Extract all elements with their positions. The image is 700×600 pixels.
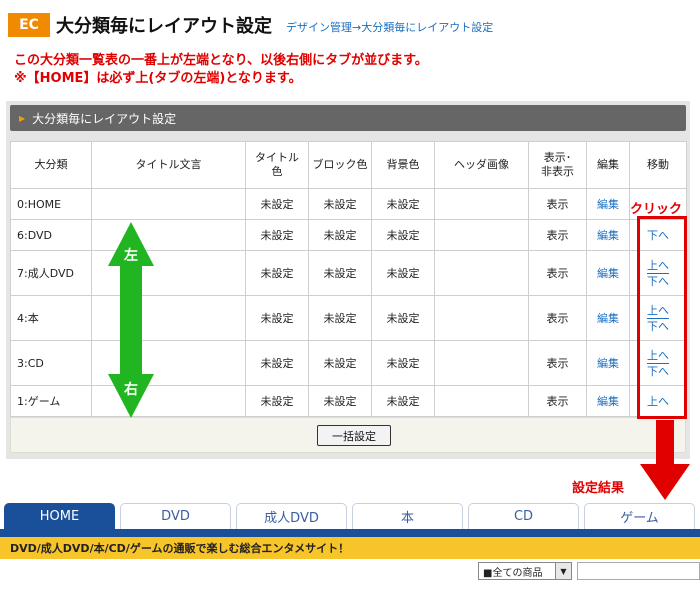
col-category: 大分類: [10, 141, 92, 189]
arrow-label-left: 左: [123, 247, 138, 264]
cell-block-color: 未設定: [308, 188, 372, 220]
cell-header-image: [434, 188, 529, 220]
triangle-right-icon: ▶: [19, 113, 26, 123]
category-tabs: HOME DVD 成人DVD 本 CD ゲーム: [4, 503, 700, 529]
edit-link[interactable]: 編集: [586, 295, 630, 341]
breadcrumb[interactable]: デザイン管理→大分類毎にレイアウト設定: [286, 19, 493, 35]
cell-display: 表示: [528, 219, 587, 251]
cell-bg-color: 未設定: [371, 295, 435, 341]
edit-link[interactable]: 編集: [586, 188, 630, 220]
notice-text: この大分類一覧表の一番上が左端となり、以後右側にタブが並びます。 ※【HOME】…: [14, 52, 428, 88]
col-block-color: ブロック色: [308, 141, 372, 189]
table-header-row: 大分類 タイトル文言 タイトル色 ブロック色 背景色 ヘッダ画像 表示･ 非表示 …: [10, 141, 687, 189]
click-annotation: クリック: [630, 202, 683, 217]
cell-display: 表示: [528, 250, 587, 296]
result-annotation: 設定結果: [572, 481, 625, 496]
cell-category: 1:ゲーム: [10, 385, 92, 417]
notice-line-1: この大分類一覧表の一番上が左端となり、以後右側にタブが並びます。: [14, 53, 428, 68]
table-row: 0:HOME 未設定 未設定 未設定 表示 編集: [10, 188, 687, 220]
double-arrow-icon: 左 右: [108, 222, 154, 418]
cell-title-color: 未設定: [245, 385, 309, 417]
arrow-label-right: 右: [123, 381, 138, 398]
down-arrow-shape: [640, 420, 690, 500]
cell-category: 6:DVD: [10, 219, 92, 251]
cell-block-color: 未設定: [308, 340, 372, 386]
cell-title-color: 未設定: [245, 295, 309, 341]
bulk-save-button[interactable]: 一括設定: [317, 425, 391, 446]
search-area: ■全ての商品 ▼: [0, 560, 700, 600]
tab-cd[interactable]: CD: [468, 503, 579, 529]
col-bg-color: 背景色: [371, 141, 435, 189]
cell-header-image: [434, 385, 529, 417]
cell-bg-color: 未設定: [371, 219, 435, 251]
table-footer: 一括設定: [10, 417, 686, 453]
page-title: 大分類毎にレイアウト設定: [56, 16, 272, 37]
edit-link[interactable]: 編集: [586, 340, 630, 386]
edit-link[interactable]: 編集: [586, 385, 630, 417]
cell-title-color: 未設定: [245, 340, 309, 386]
search-input[interactable]: [577, 562, 700, 580]
cell-bg-color: 未設定: [371, 188, 435, 220]
col-display: 表示･ 非表示: [528, 141, 587, 189]
tab-book[interactable]: 本: [352, 503, 463, 529]
cell-header-image: [434, 295, 529, 341]
category-select[interactable]: ■全ての商品 ▼: [478, 562, 572, 580]
panel-header: ▶ 大分類毎にレイアウト設定: [10, 105, 686, 131]
cell-bg-color: 未設定: [371, 250, 435, 296]
cell-header-image: [434, 340, 529, 386]
tab-game[interactable]: ゲーム: [584, 503, 695, 529]
col-title-color: タイトル色: [245, 141, 309, 189]
notice-line-2: ※【HOME】は必ず上(タブの左端)となります。: [14, 71, 302, 86]
cell-display: 表示: [528, 295, 587, 341]
col-title-text: タイトル文言: [91, 141, 246, 189]
cell-block-color: 未設定: [308, 219, 372, 251]
cell-category: 4:本: [10, 295, 92, 341]
cell-category: 3:CD: [10, 340, 92, 386]
cell-block-color: 未設定: [308, 250, 372, 296]
cell-display: 表示: [528, 385, 587, 417]
edit-link[interactable]: 編集: [586, 219, 630, 251]
cell-header-image: [434, 250, 529, 296]
cell-category: 7:成人DVD: [10, 250, 92, 296]
cell-bg-color: 未設定: [371, 385, 435, 417]
cell-block-color: 未設定: [308, 295, 372, 341]
page-header: EC 大分類毎にレイアウト設定 デザイン管理→大分類毎にレイアウト設定: [8, 12, 493, 38]
tab-dvd[interactable]: DVD: [120, 503, 231, 529]
cell-header-image: [434, 219, 529, 251]
tab-home[interactable]: HOME: [4, 503, 115, 529]
col-edit: 編集: [586, 141, 630, 189]
cell-title-color: 未設定: [245, 188, 309, 220]
col-header-image: ヘッダ画像: [434, 141, 529, 189]
cell-category: 0:HOME: [10, 188, 92, 220]
ec-badge: EC: [8, 13, 50, 37]
tabbar-underline: [0, 529, 700, 537]
chevron-down-icon[interactable]: ▼: [555, 563, 571, 579]
cell-display: 表示: [528, 340, 587, 386]
move-column-highlight: [637, 216, 687, 419]
category-select-value: ■全ての商品: [483, 567, 543, 579]
down-arrow-icon: [640, 420, 690, 500]
panel-title: 大分類毎にレイアウト設定: [32, 111, 177, 126]
site-tagline: DVD/成人DVD/本/CD/ゲームの通販で楽しむ総合エンタメサイト！: [0, 537, 700, 559]
tab-adult-dvd[interactable]: 成人DVD: [236, 503, 347, 529]
cell-title-color: 未設定: [245, 219, 309, 251]
cell-title-color: 未設定: [245, 250, 309, 296]
cell-bg-color: 未設定: [371, 340, 435, 386]
cell-display: 表示: [528, 188, 587, 220]
cell-title-text: [91, 188, 246, 220]
col-move: 移動: [629, 141, 687, 189]
edit-link[interactable]: 編集: [586, 250, 630, 296]
cell-block-color: 未設定: [308, 385, 372, 417]
